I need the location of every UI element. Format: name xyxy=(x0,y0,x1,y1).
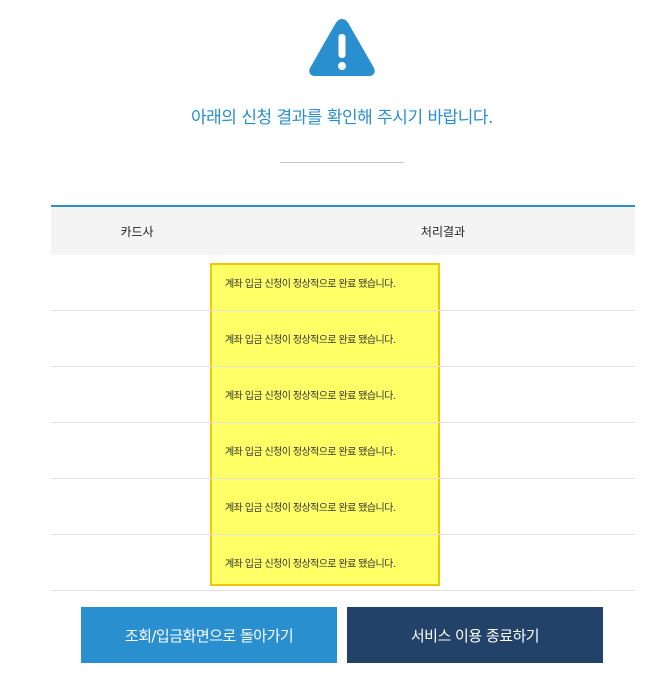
row-result-text: 계좌 입금 신청이 정상적으로 완료 됐습니다. xyxy=(225,335,396,346)
column-header-result: 처리결과 xyxy=(420,224,466,239)
row-card-cell xyxy=(87,367,187,422)
table-header: 카드사 처리결과 xyxy=(51,205,635,255)
page-title: 아래의 신청 결과를 확인해 주시기 바랍니다. xyxy=(191,108,493,128)
row-result-text: 계좌 입금 신청이 정상적으로 완료 됐습니다. xyxy=(225,503,396,514)
row-card-cell xyxy=(87,311,187,366)
divider xyxy=(280,162,404,163)
table-row: 계좌 입금 신청이 정상적으로 완료 됐습니다. xyxy=(51,311,635,367)
row-card-cell xyxy=(87,479,187,534)
row-result-text: 계좌 입금 신청이 정상적으로 완료 됐습니다. xyxy=(225,279,396,290)
column-header-card: 카드사 xyxy=(120,224,154,239)
row-card-cell xyxy=(87,423,187,478)
table-row: 계좌 입금 신청이 정상적으로 완료 됐습니다. xyxy=(51,535,635,591)
table-row: 계좌 입금 신청이 정상적으로 완료 됐습니다. xyxy=(51,423,635,479)
exit-service-button[interactable]: 서비스 이용 종료하기 xyxy=(347,607,603,663)
warning-icon xyxy=(309,19,375,76)
back-to-inquiry-button[interactable]: 조회/입금화면으로 돌아가기 xyxy=(81,607,337,663)
result-page: 아래의 신청 결과를 확인해 주시기 바랍니다. 카드사 처리결과 계좌 입금 … xyxy=(0,0,672,683)
result-table: 카드사 처리결과 xyxy=(51,205,635,255)
row-card-cell xyxy=(87,255,187,310)
row-card-cell xyxy=(87,535,187,590)
row-result-text: 계좌 입금 신청이 정상적으로 완료 됐습니다. xyxy=(225,559,396,570)
table-row: 계좌 입금 신청이 정상적으로 완료 됐습니다. xyxy=(51,367,635,423)
table-row: 계좌 입금 신청이 정상적으로 완료 됐습니다. xyxy=(51,255,635,311)
table-body: 계좌 입금 신청이 정상적으로 완료 됐습니다. 계좌 입금 신청이 정상적으로… xyxy=(51,255,635,591)
row-result-text: 계좌 입금 신청이 정상적으로 완료 됐습니다. xyxy=(225,447,396,458)
row-result-text: 계좌 입금 신청이 정상적으로 완료 됐습니다. xyxy=(225,391,396,402)
table-row: 계좌 입금 신청이 정상적으로 완료 됐습니다. xyxy=(51,479,635,535)
